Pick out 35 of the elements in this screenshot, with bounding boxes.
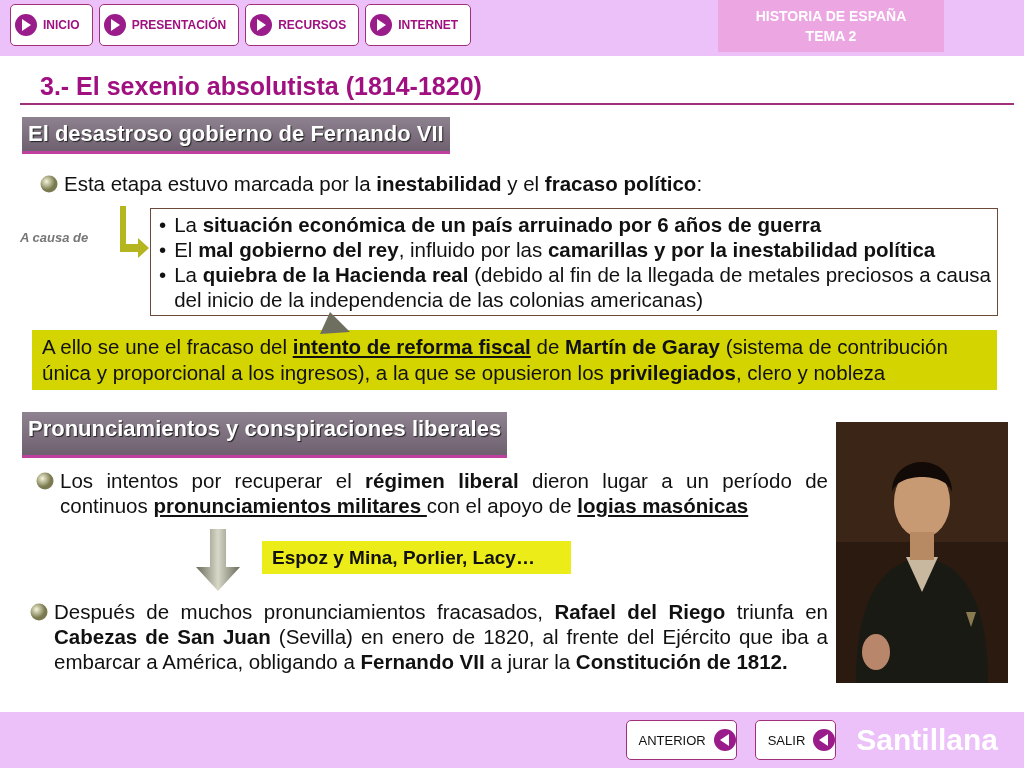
nav-button[interactable]: PRESENTACIÓN [98, 4, 240, 46]
cause-item: La situación económica de un país arruinado por 6 años de guerra [174, 212, 823, 237]
note-text: Espoz y Mina, Porlier, Lacy… [262, 540, 571, 574]
intro-text: Esta etapa estuvo marcada por la inestabilidad y el fracaso político: [64, 172, 703, 196]
play-icon [103, 14, 126, 36]
bullet-mark: • [159, 262, 167, 288]
section-heading: Pronunciamientos y conspiraciones liberales [22, 412, 508, 458]
bullet-mark: • [159, 212, 167, 237]
brand-logo: Santillana [856, 723, 998, 757]
bullet-icon [40, 175, 58, 193]
play-icon [813, 729, 836, 751]
play-icon [713, 729, 736, 751]
cause-item: La quiebra de la Hacienda real (debido al fin de la llegada de metales preciosos a causa del inicio de la independencia de las colonias americanas) [174, 262, 991, 312]
play-icon [250, 14, 273, 36]
bullet-mark: • [159, 237, 167, 262]
nav-button[interactable]: ANTERIOR [625, 720, 737, 760]
play-icon [370, 14, 393, 36]
cause-item: El mal gobierno del rey, influido por las camarillas y por la inestabilidad política [174, 237, 937, 262]
pointer-icon [318, 312, 352, 334]
header-badge: HISTORIA DE ESPAÑA TEMA 2 [718, 0, 944, 52]
play-icon [15, 14, 37, 36]
bullet-icon [36, 471, 54, 490]
down-arrow-icon [196, 528, 240, 591]
section-heading: El desastroso gobierno de Fernando VII [22, 117, 450, 154]
nav-button[interactable]: INTERNET [365, 4, 472, 46]
paragraph-text: Después de muchos pronunciamientos fracasados, Rafael del Riego triunfa en Cabezas de San Juan (Sevilla) en enero de 1820, al frente del Ejército que iba a embarcar a América, obligando a Fernando VII a jurar la Constitución de 1812. [54, 599, 828, 675]
bullet-icon [30, 603, 48, 622]
nav-button[interactable]: INICIO [10, 4, 93, 46]
bent-arrow-icon [118, 206, 150, 258]
slide-title: 3.- El sexenio absolutista (1814-1820) [20, 72, 1014, 105]
highlight-text: A ello se une el fracaso del intento de reforma fiscal de Martín de Garay (sistema de contribución única y proporcional a los ingresos), a la que se opusieron los privilegiados, clero y nobleza [32, 330, 997, 390]
cause-label: A causa de [20, 230, 90, 245]
nav-button[interactable]: SALIR [754, 720, 837, 760]
paragraph-text: Los intentos por recuperar el régimen liberal dieron lugar a un período de continuos pronunciamientos militares con el apoyo de logias masónicas [60, 467, 828, 518]
nav-button[interactable]: RECURSOS [245, 4, 360, 46]
